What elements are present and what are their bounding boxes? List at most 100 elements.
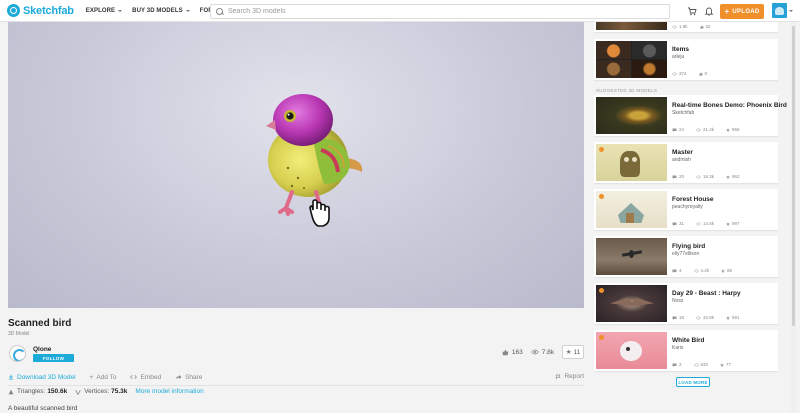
views-stat: 374 [672,71,693,76]
suggested-card[interactable]: Forest House peachyroyalty 31 14.5k 997 [594,189,778,230]
scrollbar-thumb[interactable] [792,26,795,326]
sketchfab-logo[interactable]: Sketchfab [7,4,74,17]
model-thumbnail [596,41,667,78]
eye-icon [696,222,701,225]
star-icon [726,221,730,226]
like-icon [699,24,704,29]
star-icon [721,268,725,273]
likes-stat: 32 [699,24,717,29]
suggested-card[interactable]: Day 29 - Beast : Harpy Noss 18 32.8k 591 [594,283,778,324]
views-count: 1.8k [679,24,688,29]
likes-stat: 0 [698,71,714,76]
star-button[interactable]: ★ 11 [562,345,584,359]
user-avatar[interactable] [772,3,787,18]
comments-stat: 4 [672,268,688,273]
report-button[interactable]: Report [555,373,584,380]
likes-count: 997 [732,221,740,226]
views-count: 4.2k [700,268,710,273]
share-icon [175,374,182,380]
suggested-models-heading: SUGGESTED 3D MODELS [596,88,658,93]
model-description: A beautiful scanned bird [8,405,78,412]
likes-count: 163 [511,348,523,356]
nav-explore[interactable]: EXPLORE [85,7,123,14]
plus-icon: + [724,7,730,16]
model-thumbnail [596,332,667,369]
comments-count: 24 [679,127,685,132]
staff-pick-badge [599,288,604,293]
more-model-info-link[interactable]: More model information [135,388,203,395]
card-title: Real-time Bones Demo: Phoenix Bird [672,102,787,109]
views-count: 14.5k [703,221,715,226]
card-stats: 4 4.2k 88 [672,268,744,273]
star-icon: ★ [565,349,572,356]
nav-buy-3d-models[interactable]: BUY 3D MODELS [132,8,190,14]
search-bar[interactable] [210,4,670,19]
card-author: arleju [672,54,685,60]
share-button[interactable]: Share [175,374,202,381]
star-icon [720,362,724,367]
report-label: Report [564,373,584,380]
comments-count: 18 [679,315,685,320]
views-count: 32.8k [703,315,715,320]
nav-buy-label: BUY 3D MODELS [132,7,183,14]
card-title: Day 29 - Beast : Harpy [672,290,741,297]
model-viewer[interactable] [8,22,584,308]
likes-stat: 88 [721,268,738,273]
vertices-label: Vertices: [84,388,110,395]
author-avatar[interactable] [9,345,26,362]
chevron-down-icon[interactable] [789,10,793,12]
sketchfab-logo-icon [7,4,20,17]
cart-icon[interactable] [687,6,697,16]
load-more-button[interactable]: LOAD MORE [676,377,710,387]
triangles-label: Triangles: [17,388,46,395]
card-author: Sketchfab [672,110,695,116]
search-input[interactable] [228,8,628,15]
model-card[interactable]: Items arleju 374 0 [594,39,778,80]
add-to-button[interactable]: + Add To [90,374,117,381]
comments-stat: 2 [672,362,688,367]
comments-count: 2 [679,362,682,367]
author-name[interactable]: Qlone [33,346,51,353]
likes-count: 77 [726,362,732,367]
card-stats: 20 16.3k 962 [672,174,752,179]
chevron-down-icon [185,9,190,12]
card-title: Master [672,149,693,156]
staff-pick-badge [599,335,604,340]
model-card[interactable]: 1.8k 32 [594,22,778,32]
bell-icon[interactable] [704,6,714,16]
upload-button[interactable]: + UPLOAD [720,4,764,19]
card-stats: 31 14.5k 997 [672,221,752,226]
views-stat: 14.5k [696,221,720,226]
follow-button[interactable]: FOLLOW [33,354,74,362]
likes-count: 962 [732,174,740,179]
likes-stat: 591 [726,315,746,320]
comment-icon [672,175,677,179]
card-title: Flying bird [672,243,706,250]
staff-pick-badge [599,194,604,199]
model-subtitle: 3D Model [8,331,30,337]
search-icon [216,7,224,16]
card-stats: 18 32.8k 591 [672,315,752,320]
embed-button[interactable]: Embed [130,374,161,381]
triangles-value: 150.6k [47,388,68,395]
share-label: Share [185,373,203,381]
eye-icon [672,25,677,28]
model-thumbnail [596,97,667,134]
views-stat: 632 [693,362,715,367]
comments-stat: 31 [672,221,690,226]
download-icon [8,374,14,380]
suggested-card[interactable]: White Bird Karis 2 632 77 [594,330,778,371]
eye-icon [696,128,701,131]
card-author: Karis [672,345,684,351]
likes-stat: 163 [502,349,523,356]
suggested-card[interactable]: Real-time Bones Demo: Phoenix Bird Sketc… [594,95,787,136]
plus-icon: + [89,373,94,381]
suggested-card[interactable]: Master andmish 20 16.3k 962 [594,142,778,183]
download-button[interactable]: Download 3D Model [8,374,76,381]
nav-explore-label: EXPLORE [85,7,116,14]
card-title: White Bird [672,337,705,344]
suggested-card[interactable]: Flying bird elly77ellison 4 4.2k 88 [594,236,778,277]
eye-icon [530,349,539,355]
eye-icon [696,316,701,319]
views-count: 16.3k [703,174,715,179]
